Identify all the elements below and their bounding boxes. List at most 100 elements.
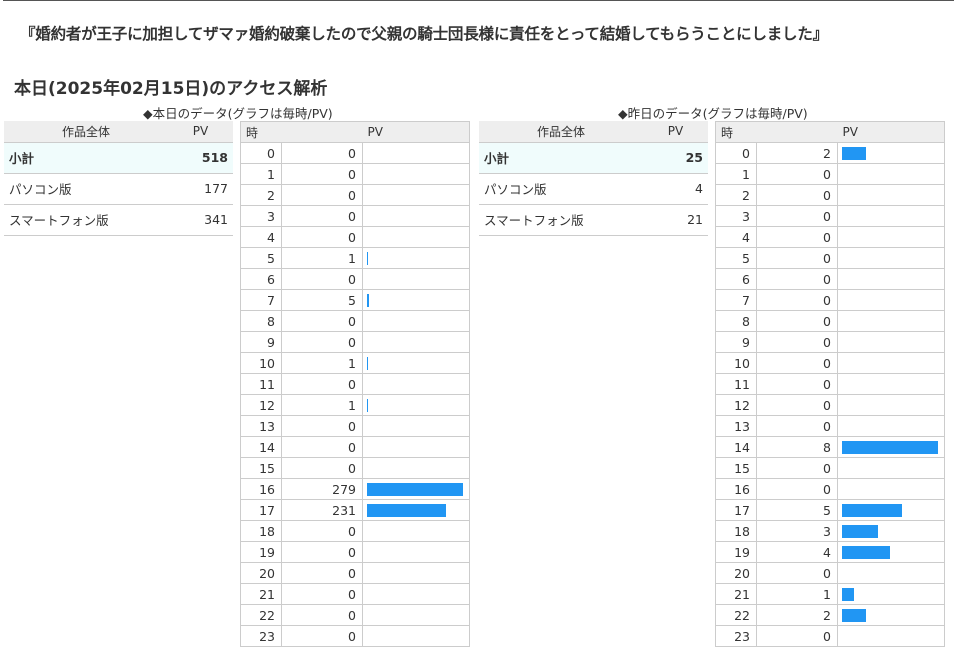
hourly-hour: 2 xyxy=(715,184,757,206)
hourly-row: 18 0 xyxy=(240,520,471,542)
summary-row-subtotal: 小計 518 xyxy=(4,142,233,174)
summary-label: パソコン版 xyxy=(4,173,168,205)
hourly-row: 60 xyxy=(715,268,946,290)
hourly-hour: 9 xyxy=(240,331,282,353)
hourly-hour: 20 xyxy=(715,562,757,584)
hourly-pv: 0 xyxy=(756,625,838,647)
hourly-pv: 0 xyxy=(756,478,838,500)
hourly-bar-cell xyxy=(361,373,471,395)
hourly-hour: 6 xyxy=(240,268,282,290)
hourly-row: 40 xyxy=(715,226,946,248)
hourly-hour: 0 xyxy=(715,142,757,164)
hourly-pv: 3 xyxy=(756,520,838,542)
summary-header-pv: PV xyxy=(643,121,708,143)
hourly-row: 14 8 xyxy=(715,436,946,458)
today-summary-table: 作品全体 PV 小計 518 パソコン版 177 スマートフォン版 341 xyxy=(4,121,233,236)
hourly-hour: 1 xyxy=(240,163,282,185)
pv-bar xyxy=(842,524,878,538)
hourly-pv: 0 xyxy=(281,310,363,332)
hourly-hour: 8 xyxy=(715,310,757,332)
hourly-bar-cell xyxy=(836,268,946,290)
hourly-pv: 0 xyxy=(756,352,838,374)
hourly-bar-cell xyxy=(836,478,946,500)
hourly-row: 30 xyxy=(240,205,471,227)
hourly-pv: 0 xyxy=(281,163,363,185)
hourly-bar-cell xyxy=(361,583,471,605)
hourly-bar-cell xyxy=(836,247,946,269)
hourly-bar-cell xyxy=(361,289,471,311)
hourly-pv: 2 xyxy=(756,142,838,164)
hourly-bar-cell xyxy=(361,331,471,353)
hourly-row: 80 xyxy=(715,310,946,332)
hourly-hour: 13 xyxy=(240,415,282,437)
pv-bar xyxy=(367,293,369,307)
hourly-row: 12 1 xyxy=(240,394,471,416)
hourly-pv: 8 xyxy=(756,436,838,458)
summary-header-work: 作品全体 xyxy=(479,121,643,143)
hourly-bar-cell xyxy=(361,352,471,374)
hourly-bar-cell xyxy=(361,184,471,206)
hourly-pv: 0 xyxy=(281,415,363,437)
hourly-hour: 12 xyxy=(715,394,757,416)
yesterday-summary-table: 作品全体 PV 小計 25 パソコン版 4 スマートフォン版 21 xyxy=(479,121,708,236)
hourly-row: 13 0 xyxy=(240,415,471,437)
hourly-row: 20 0 xyxy=(715,562,946,584)
hourly-hour: 2 xyxy=(240,184,282,206)
hourly-pv: 0 xyxy=(281,205,363,227)
hourly-pv: 0 xyxy=(756,289,838,311)
hourly-bar-cell xyxy=(836,520,946,542)
hourly-bar-cell xyxy=(836,583,946,605)
hourly-row: 90 xyxy=(715,331,946,353)
hourly-pv: 0 xyxy=(281,268,363,290)
hourly-bar-cell xyxy=(361,142,471,164)
hourly-row: 30 xyxy=(715,205,946,227)
hourly-pv: 0 xyxy=(281,142,363,164)
hourly-bar-cell xyxy=(836,604,946,626)
page-title: 本日(2025年02月15日)のアクセス解析 xyxy=(14,79,328,99)
pv-bar xyxy=(842,146,866,160)
hourly-pv: 0 xyxy=(281,226,363,248)
hourly-bar-cell xyxy=(836,289,946,311)
hourly-row: 20 0 xyxy=(240,562,471,584)
hourly-row: 16 0 xyxy=(715,478,946,500)
hourly-pv: 0 xyxy=(756,268,838,290)
hourly-row: 23 0 xyxy=(240,625,471,647)
hourly-bar-cell xyxy=(836,184,946,206)
hourly-pv: 0 xyxy=(756,184,838,206)
hourly-bar-cell xyxy=(361,457,471,479)
hourly-row: 21 0 xyxy=(240,583,471,605)
hourly-pv: 1 xyxy=(281,394,363,416)
hourly-bar-cell xyxy=(361,310,471,332)
hourly-hour: 18 xyxy=(715,520,757,542)
hourly-row: 50 xyxy=(715,247,946,269)
hourly-row: 22 2 xyxy=(715,604,946,626)
summary-row-smartphone: スマートフォン版 21 xyxy=(479,204,708,236)
hourly-row: 23 0 xyxy=(715,625,946,647)
hourly-row: 75 xyxy=(240,289,471,311)
hourly-hour: 7 xyxy=(240,289,282,311)
hourly-bar-cell xyxy=(836,226,946,248)
yesterday-caption: ◆昨日のデータ(グラフは毎時/PV) xyxy=(618,106,808,121)
hourly-pv: 0 xyxy=(281,520,363,542)
hourly-hour: 5 xyxy=(240,247,282,269)
hourly-hour: 16 xyxy=(715,478,757,500)
hourly-row: 19 0 xyxy=(240,541,471,563)
hourly-pv: 0 xyxy=(756,247,838,269)
hourly-pv: 0 xyxy=(281,562,363,584)
hourly-hour: 4 xyxy=(240,226,282,248)
summary-value: 21 xyxy=(643,204,708,236)
hourly-hour: 14 xyxy=(715,436,757,458)
hourly-hour: 21 xyxy=(715,583,757,605)
hourly-row: 10 xyxy=(240,163,471,185)
hourly-row: 11 0 xyxy=(715,373,946,395)
hourly-row: 80 xyxy=(240,310,471,332)
hourly-bar-cell xyxy=(361,394,471,416)
hourly-hour: 11 xyxy=(715,373,757,395)
hourly-bar-cell xyxy=(361,205,471,227)
hourly-bar-cell xyxy=(361,520,471,542)
hourly-pv: 0 xyxy=(281,625,363,647)
hourly-pv: 5 xyxy=(281,289,363,311)
pv-bar xyxy=(367,356,368,370)
hourly-row: 11 0 xyxy=(240,373,471,395)
hourly-row: 51 xyxy=(240,247,471,269)
